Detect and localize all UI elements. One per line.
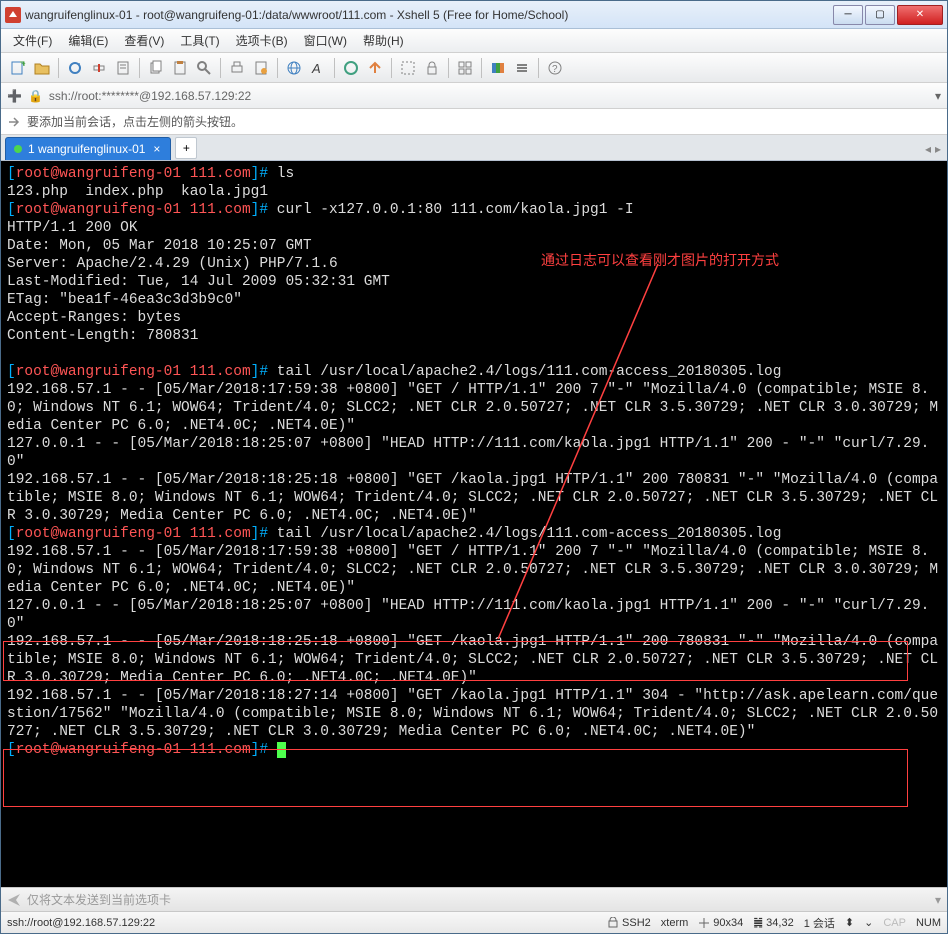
add-tab-button[interactable]: + [175,137,197,159]
compose-dropdown-icon[interactable]: ▾ [935,893,941,907]
tab-status-dot [14,145,22,153]
menu-edit[interactable]: 编辑(E) [62,30,114,51]
status-collapse-icon[interactable]: ⌄ [864,916,873,929]
svg-text:?: ? [552,64,558,75]
compose-send-icon[interactable] [7,893,21,907]
tab-close-icon[interactable]: × [151,142,162,156]
quick-command-icon[interactable] [511,57,533,79]
globe-icon[interactable] [283,57,305,79]
menu-window[interactable]: 窗口(W) [298,30,353,51]
font-icon[interactable]: A [307,57,329,79]
tab-session-1[interactable]: 1 wangruifenglinux-01 × [5,137,171,160]
annotation-text: 通过日志可以查看刚才图片的打开方式 [541,253,779,271]
tab-label: 1 wangruifenglinux-01 [28,142,145,156]
menu-bar: 文件(F) 编辑(E) 查看(V) 工具(T) 选项卡(B) 窗口(W) 帮助(… [1,29,947,53]
tab-scroll-left-icon[interactable]: ◂ [925,142,931,156]
tab-bar: 1 wangruifenglinux-01 × + ◂ ▸ [1,135,947,161]
tab-scroll-right-icon[interactable]: ▸ [935,142,941,156]
tip-text: 要添加当前会话，点击左侧的箭头按钮。 [27,113,243,130]
print-icon[interactable] [226,57,248,79]
address-text[interactable]: ssh://root:********@192.168.57.129:22 [49,89,929,103]
status-pos: ䷛ 34,32 [753,916,793,929]
tile-icon[interactable] [454,57,476,79]
title-bar: wangruifenglinux-01 - root@wangruifeng-0… [1,1,947,29]
status-ssh: SSH2 [607,917,651,929]
help-icon[interactable]: ? [544,57,566,79]
status-sessions: 1 会话 [804,915,835,931]
xftp-icon[interactable] [364,57,386,79]
terminal-cursor [277,742,286,758]
compose-placeholder[interactable]: 仅将文本发送到当前选项卡 [27,891,171,908]
toolbar: + A ? [1,53,947,83]
terminal-output[interactable]: [root@wangruifeng-01 111.com]# ls 123.ph… [1,161,947,887]
window-title: wangruifenglinux-01 - root@wangruifeng-0… [25,8,833,22]
color-scheme-icon[interactable] [487,57,509,79]
menu-file[interactable]: 文件(F) [7,30,58,51]
log-icon[interactable] [250,57,272,79]
menu-view[interactable]: 查看(V) [118,30,170,51]
status-bar: ssh://root@192.168.57.129:22 SSH2 xterm … [1,911,947,933]
menu-options[interactable]: 选项卡(B) [230,30,294,51]
minimize-button[interactable]: ─ [833,5,863,25]
new-session-icon[interactable]: + [7,57,29,79]
maximize-button[interactable]: ▢ [865,5,895,25]
status-scroll-icon[interactable]: ⬍ [845,916,854,929]
status-num: NUM [916,917,941,929]
paste-icon[interactable] [169,57,191,79]
menu-tools[interactable]: 工具(T) [174,30,225,51]
xagent-icon[interactable] [340,57,362,79]
menu-help[interactable]: 帮助(H) [357,30,410,51]
svg-text:A: A [311,61,321,76]
address-add-icon[interactable]: ➕ [7,89,22,103]
address-bar: ➕ 🔒 ssh://root:********@192.168.57.129:2… [1,83,947,109]
fullscreen-icon[interactable] [397,57,419,79]
lock-icon: 🔒 [28,89,43,103]
copy-icon[interactable] [145,57,167,79]
status-cap: CAP [883,917,906,929]
tip-bar: 要添加当前会话，点击左侧的箭头按钮。 [1,109,947,135]
properties-icon[interactable] [112,57,134,79]
status-connection: ssh://root@192.168.57.129:22 [7,917,155,929]
status-term: xterm [661,917,689,929]
svg-text:+: + [21,60,26,68]
lock-icon[interactable] [421,57,443,79]
compose-bar: 仅将文本发送到当前选项卡 ▾ [1,887,947,911]
address-dropdown-icon[interactable]: ▾ [935,89,941,103]
app-icon [5,7,21,23]
arrow-right-icon[interactable] [7,115,21,129]
reconnect-icon[interactable] [64,57,86,79]
close-button[interactable]: ✕ [897,5,943,25]
find-icon[interactable] [193,57,215,79]
disconnect-icon[interactable] [88,57,110,79]
open-folder-icon[interactable] [31,57,53,79]
status-size: 90x34 [698,917,743,929]
